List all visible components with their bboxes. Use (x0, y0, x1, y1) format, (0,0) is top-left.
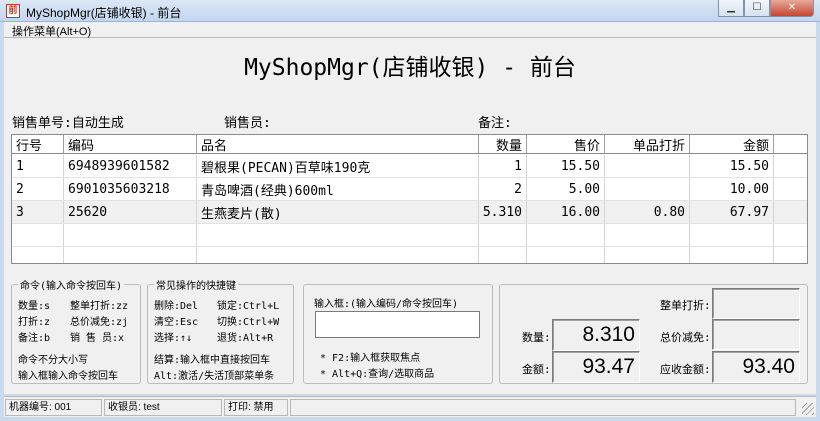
table-row[interactable]: 2 6901035603218 青岛啤酒(经典)600ml 2 5.00 10.… (12, 178, 807, 201)
shortcut-return: 退货:Alt+R (217, 333, 274, 344)
cell-code: 6901035603218 (64, 178, 197, 200)
col-spacer (774, 135, 807, 153)
close-button[interactable]: ✕ (770, 0, 814, 17)
cell-qty: 1 (479, 155, 527, 177)
shortcut-checkout: 结算:输入框中直接按回车 (154, 355, 271, 366)
whole-discount-value (712, 288, 800, 319)
cell-no: 2 (12, 178, 64, 200)
col-discount[interactable]: 单品打折 (605, 135, 690, 153)
cell-name: 碧根果(PECAN)百草味190克 (197, 155, 479, 177)
resize-grip-icon[interactable] (802, 403, 814, 415)
cell-price: 5.00 (527, 178, 605, 200)
table-header: 行号 编码 品名 数量 售价 单品打折 金额 (12, 135, 807, 154)
col-amount[interactable]: 金额 (690, 135, 774, 153)
table-row[interactable]: 1 6948939601582 碧根果(PECAN)百草味190克 1 15.5… (12, 155, 807, 178)
cell-discount (605, 155, 690, 177)
command-reduction: 总价减免:zj (70, 317, 129, 328)
cell-amount: 10.00 (690, 178, 774, 200)
whole-discount-label: 整单打折: (660, 299, 711, 312)
shortcut-select: 选择:↑↓ (154, 333, 193, 344)
cell-name: 生燕麦片(散) (197, 201, 479, 223)
commands-group: 命令(输入命令按回车) 数量:s 整单打折:zz 打折:z 总价减免:zj 备注… (11, 277, 141, 384)
cell-name: 青岛啤酒(经典)600ml (197, 178, 479, 200)
app-icon: 前 (6, 4, 20, 18)
input-hint-query: * Alt+Q:查询/选取商品 (320, 369, 435, 380)
command-qty: 数量:s (18, 301, 51, 312)
command-note: 备注:b (18, 333, 51, 344)
qty-label: 数量: (522, 331, 551, 344)
status-bar: 机器编号: 001 收银员: test 打印: 禁用 (4, 396, 816, 417)
minimize-button[interactable]: ▁ (718, 0, 744, 17)
col-qty[interactable]: 数量 (479, 135, 527, 153)
menu-bar: 操作菜单(Alt+O) (4, 22, 816, 38)
shortcuts-title: 常见操作的快捷键 (154, 277, 238, 292)
shortcut-delete: 删除:Del (154, 301, 199, 312)
menu-operations[interactable]: 操作菜单(Alt+O) (12, 23, 91, 39)
page-title: MyShopMgr(店铺收银) - 前台 (244, 55, 576, 81)
commands-note-enter: 输入框输入命令按回车 (18, 371, 118, 382)
amount-total: 93.47 (552, 351, 640, 383)
cell-amount: 15.50 (690, 155, 774, 177)
window-title: MyShopMgr(店铺收银) - 前台 (26, 6, 182, 20)
shortcut-clear: 清空:Esc (154, 317, 199, 328)
cell-qty: 5.310 (479, 201, 527, 223)
cell-discount: 0.80 (605, 201, 690, 223)
shortcut-alt-menu: Alt:激活/失活顶部菜单条 (154, 371, 275, 382)
status-print: 打印: 禁用 (224, 399, 288, 416)
cell-no: 3 (12, 201, 64, 223)
table-row[interactable]: 3 25620 生燕麦片(散) 5.310 16.00 0.80 67.97 (12, 201, 807, 224)
shortcut-switch: 切换:Ctrl+W (217, 317, 280, 328)
command-discount: 打折:z (18, 317, 51, 328)
command-whole-discount: 整单打折:zz (70, 301, 129, 312)
qty-total: 8.310 (552, 319, 640, 351)
window-controls: ▁ ☐ ✕ (718, 0, 814, 18)
status-empty (290, 399, 796, 416)
commands-title: 命令(输入命令按回车) (18, 277, 125, 292)
receivable-total: 93.40 (712, 351, 800, 383)
table-row-empty (12, 247, 807, 263)
cell-qty: 2 (479, 178, 527, 200)
commands-note-case: 命令不分大小写 (18, 355, 88, 366)
col-name[interactable]: 品名 (197, 135, 479, 153)
cell-code: 25620 (64, 201, 197, 223)
totals-group: 数量: 8.310 金额: 93.47 整单打折: 总价减免: 应收金额: 93… (499, 284, 808, 384)
col-no[interactable]: 行号 (12, 135, 64, 153)
input-hint-f2: * F2:输入框获取焦点 (320, 353, 421, 364)
cell-amount: 67.97 (690, 201, 774, 223)
input-group: 输入框:(输入编码/命令按回车) * F2:输入框获取焦点 * Alt+Q:查询… (303, 284, 493, 384)
order-number-label: 销售单号:自动生成 (12, 116, 124, 131)
cell-discount (605, 178, 690, 200)
shortcuts-group: 常见操作的快捷键 删除:Del 锁定:Ctrl+L 清空:Esc 切换:Ctrl… (147, 277, 294, 384)
client-area: MyShopMgr(店铺收银) - 前台 销售单号:自动生成 销售员: 备注: … (4, 38, 816, 394)
command-input[interactable] (315, 311, 480, 338)
cell-price: 16.00 (527, 201, 605, 223)
shortcut-lock: 锁定:Ctrl+L (217, 301, 280, 312)
receivable-label: 应收金额: (660, 363, 711, 376)
title-bar: 前 MyShopMgr(店铺收银) - 前台 ▁ ☐ ✕ (0, 0, 820, 22)
reduction-value (712, 319, 800, 350)
cell-code: 6948939601582 (64, 155, 197, 177)
command-seller: 销 售 员:x (70, 333, 125, 344)
seller-label: 销售员: (224, 116, 271, 131)
cell-no: 1 (12, 155, 64, 177)
note-label: 备注: (478, 116, 512, 131)
col-code[interactable]: 编码 (64, 135, 197, 153)
cell-price: 15.50 (527, 155, 605, 177)
reduction-label: 总价减免: (660, 331, 711, 344)
maximize-button[interactable]: ☐ (744, 0, 770, 17)
table-row-empty (12, 224, 807, 247)
input-label: 输入框:(输入编码/命令按回车) (314, 299, 459, 310)
sales-table[interactable]: 行号 编码 品名 数量 售价 单品打折 金额 1 6948939601582 碧… (11, 134, 808, 264)
amount-label: 金额: (522, 363, 551, 376)
col-price[interactable]: 售价 (527, 135, 605, 153)
status-cashier: 收银员: test (104, 399, 222, 416)
status-machine: 机器编号: 001 (5, 399, 102, 416)
